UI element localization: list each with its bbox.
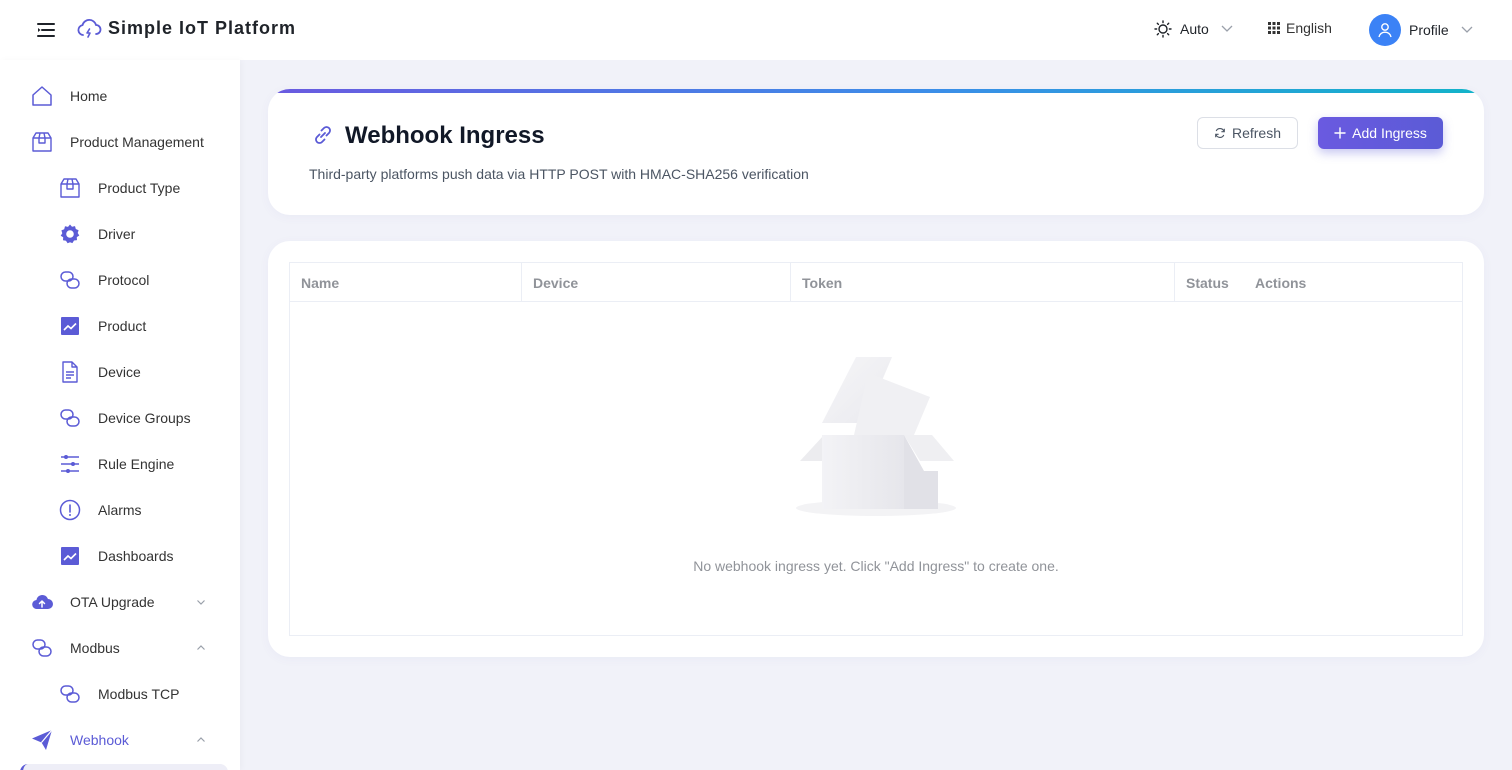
link-chain-icon bbox=[30, 636, 54, 660]
home-icon bbox=[30, 84, 54, 108]
sidebar-item-product-type[interactable]: Product Type bbox=[0, 168, 240, 208]
sidebar-item-label: Webhook bbox=[70, 732, 129, 748]
box-icon bbox=[30, 130, 54, 154]
sidebar-item-label: Alarms bbox=[98, 502, 142, 518]
grid-icon bbox=[1268, 22, 1280, 34]
alert-circle-icon bbox=[58, 498, 82, 522]
sidebar-item-label: Driver bbox=[98, 226, 136, 242]
chevron-up-icon bbox=[195, 642, 207, 654]
sidebar-item-label: OTA Upgrade bbox=[70, 594, 155, 610]
app-title: Simple IoT Platform bbox=[108, 18, 297, 38]
chart-icon bbox=[58, 314, 82, 338]
theme-label: Auto bbox=[1180, 21, 1209, 37]
table-header: Name Device Token Status Actions bbox=[290, 263, 1462, 302]
sidebar-item-device-groups[interactable]: Device Groups bbox=[0, 398, 240, 438]
link-chain-icon bbox=[58, 406, 82, 430]
sun-icon bbox=[1154, 20, 1172, 38]
column-header-token[interactable]: Token bbox=[790, 263, 1174, 302]
sidebar-item-label: Modbus bbox=[70, 640, 120, 656]
chevron-down-icon bbox=[1461, 26, 1473, 33]
document-icon bbox=[58, 360, 82, 384]
sliders-icon bbox=[58, 452, 82, 476]
column-header-device[interactable]: Device bbox=[521, 263, 790, 302]
sidebar-item-product-management[interactable]: Product Management bbox=[0, 122, 240, 162]
page-description: Third-party platforms push data via HTTP… bbox=[309, 166, 809, 182]
sidebar-item-alarms[interactable]: Alarms bbox=[0, 490, 240, 530]
language-label: English bbox=[1286, 20, 1332, 36]
gradient-bar bbox=[268, 89, 1484, 93]
add-ingress-label: Add Ingress bbox=[1352, 125, 1427, 141]
refresh-label: Refresh bbox=[1231, 125, 1282, 141]
plus-icon bbox=[1334, 127, 1346, 139]
column-header-name[interactable]: Name bbox=[290, 263, 521, 302]
chevron-up-icon bbox=[195, 734, 207, 746]
top-header: Simple IoT Platform Auto English Profile bbox=[0, 0, 1512, 60]
sidebar-item-home[interactable]: Home bbox=[0, 76, 240, 116]
column-header-status[interactable]: Status bbox=[1174, 263, 1244, 302]
chart-icon bbox=[58, 544, 82, 568]
sidebar-item-ota-upgrade[interactable]: OTA Upgrade bbox=[0, 582, 240, 622]
gear-icon bbox=[58, 222, 82, 246]
sidebar-item-dashboards[interactable]: Dashboards bbox=[0, 536, 240, 576]
avatar bbox=[1369, 14, 1401, 46]
add-ingress-button[interactable]: Add Ingress bbox=[1318, 117, 1443, 149]
page-header-card: Webhook Ingress Third-party platforms pu… bbox=[268, 89, 1484, 215]
language-switcher[interactable]: English bbox=[1268, 20, 1332, 36]
link-chain-icon bbox=[58, 682, 82, 706]
sidebar-item-label: Home bbox=[70, 88, 108, 104]
sidebar-item-label: Rule Engine bbox=[98, 456, 175, 472]
link-chain-icon bbox=[58, 268, 82, 292]
box-icon bbox=[58, 176, 82, 200]
sidebar-item-product[interactable]: Product bbox=[0, 306, 240, 346]
sidebar-item-device[interactable]: Device bbox=[0, 352, 240, 392]
column-header-actions[interactable]: Actions bbox=[1244, 263, 1462, 302]
link-icon bbox=[312, 124, 334, 146]
sidebar-item-label: Modbus TCP bbox=[98, 686, 180, 702]
sidebar-item-rule-engine[interactable]: Rule Engine bbox=[0, 444, 240, 484]
sidebar-item-label: Protocol bbox=[98, 272, 150, 288]
table-card: Name Device Token Status Actions No webh… bbox=[268, 241, 1484, 657]
send-icon bbox=[30, 728, 54, 752]
empty-state-text: No webhook ingress yet. Click "Add Ingre… bbox=[693, 558, 1059, 574]
sidebar-item-label: Dashboards bbox=[98, 548, 174, 564]
sidebar-item-label: Device Groups bbox=[98, 410, 191, 426]
empty-box-icon bbox=[794, 353, 958, 519]
sidebar-item-label: Product Management bbox=[70, 134, 204, 150]
page-title: Webhook Ingress bbox=[345, 122, 545, 149]
chevron-down-icon bbox=[195, 596, 207, 608]
refresh-icon bbox=[1215, 128, 1225, 138]
theme-switcher[interactable]: Auto bbox=[1154, 20, 1237, 38]
profile-label: Profile bbox=[1409, 22, 1449, 38]
sidebar-item-modbus-tcp[interactable]: Modbus TCP bbox=[0, 674, 240, 714]
cloud-upload-icon bbox=[30, 590, 54, 614]
sidebar-item-label: Product Type bbox=[98, 180, 181, 196]
user-icon bbox=[1378, 23, 1392, 38]
menu-toggle-icon[interactable] bbox=[36, 20, 56, 40]
chevron-down-icon bbox=[1221, 25, 1233, 32]
refresh-button[interactable]: Refresh bbox=[1197, 117, 1298, 149]
cloud-logo-icon bbox=[76, 16, 102, 42]
sidebar-item-protocol[interactable]: Protocol bbox=[0, 260, 240, 300]
sidebar-item-driver[interactable]: Driver bbox=[0, 214, 240, 254]
sidebar-item-webhook[interactable]: Webhook bbox=[0, 720, 240, 760]
sidebar-item-modbus[interactable]: Modbus bbox=[0, 628, 240, 668]
webhook-table: Name Device Token Status Actions No webh… bbox=[289, 262, 1463, 636]
sidebar-active-subitem[interactable] bbox=[20, 764, 228, 770]
sidebar-item-label: Device bbox=[98, 364, 141, 380]
profile-menu[interactable]: Profile bbox=[1369, 14, 1477, 46]
sidebar-item-label: Product bbox=[98, 318, 147, 334]
sidebar: Home Product Management Product Type Dri… bbox=[0, 60, 240, 770]
